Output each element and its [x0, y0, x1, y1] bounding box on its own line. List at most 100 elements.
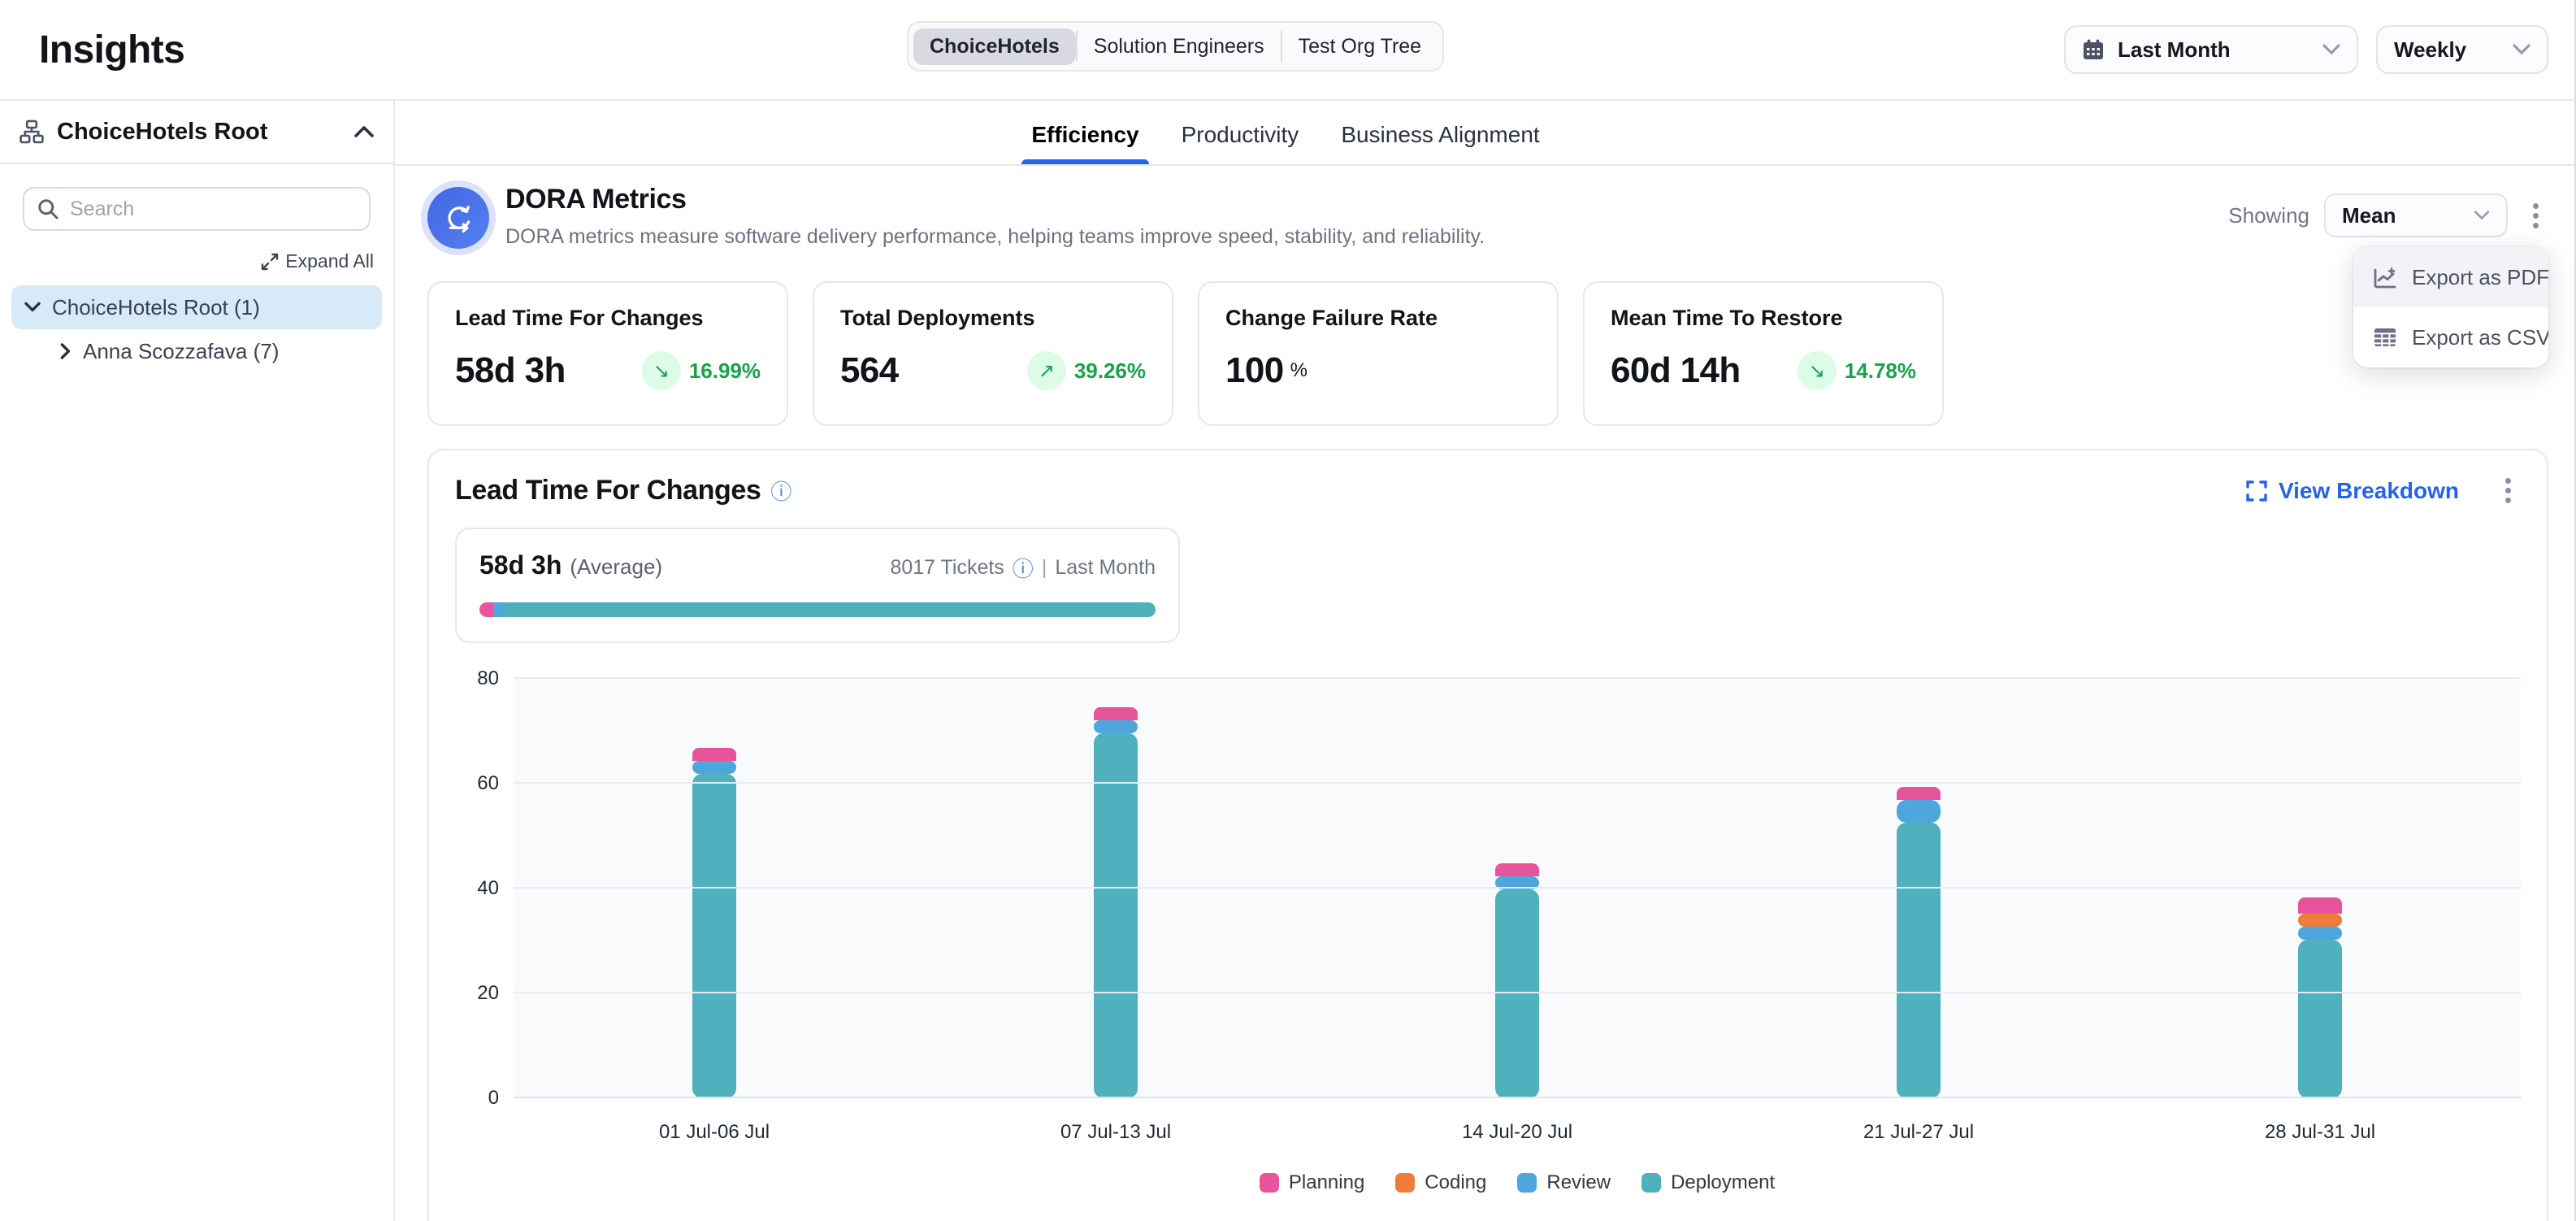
export-menu: Export as PDF Export as CSV — [2353, 247, 2548, 367]
bar-segment-planning — [2298, 897, 2342, 914]
bar-segment-planning — [1897, 787, 1941, 800]
delta-percent: 39.26% — [1074, 358, 1146, 384]
table-icon — [2373, 325, 2397, 350]
progress-segment-deployment — [505, 602, 1156, 617]
stacked-bar[interactable] — [1495, 863, 1539, 1098]
gridline-0 — [514, 1097, 2521, 1098]
metric-cards-row: Lead Time For Changes 58d 3h ↘ 16.99% To… — [427, 281, 2548, 426]
y-tick-60: 60 — [477, 772, 499, 795]
calendar-icon — [2082, 38, 2105, 61]
expand-diagonal-icon — [261, 253, 279, 271]
info-icon[interactable]: ⓘ — [1013, 553, 1034, 583]
dora-cycle-icon — [427, 187, 489, 249]
showing-select[interactable]: Mean — [2324, 193, 2508, 237]
card-mean-time-to-restore: Mean Time To Restore 60d 14h ↘ 14.78% — [1583, 281, 1944, 426]
y-axis-labels: 020406080 — [455, 679, 514, 1098]
legend-item-coding[interactable]: Coding — [1395, 1171, 1486, 1194]
granularity-select[interactable]: Weekly — [2376, 25, 2548, 74]
x-tick-label: 28 Jul-31 Jul — [2119, 1121, 2521, 1144]
export-pdf-label: Export as PDF — [2412, 265, 2548, 290]
chevron-right-icon[interactable] — [60, 343, 72, 359]
org-tab-test-org-tree[interactable]: Test Org Tree — [1282, 28, 1438, 65]
stacked-bar[interactable] — [1094, 707, 1138, 1098]
sidebar-search[interactable] — [23, 187, 371, 231]
tickets-count: 8017 Tickets — [890, 556, 1004, 580]
date-range-value: Last Month — [2118, 37, 2231, 63]
gridline-80 — [514, 677, 2521, 679]
chevron-down-icon — [2322, 44, 2340, 55]
org-tab-choicehotels[interactable]: ChoiceHotels — [913, 28, 1076, 65]
legend-item-deployment[interactable]: Deployment — [1641, 1171, 1775, 1194]
y-tick-0: 0 — [488, 1087, 499, 1110]
period-label: Last Month — [1055, 556, 1156, 580]
bar-segment-review — [1094, 720, 1138, 733]
bar-segment-planning — [1495, 863, 1539, 876]
legend-item-planning[interactable]: Planning — [1260, 1171, 1364, 1194]
legend-label: Coding — [1425, 1171, 1486, 1194]
bar-segment-deployment — [1495, 889, 1539, 1098]
bar-segment-review — [1897, 800, 1941, 823]
sidebar-root-label: ChoiceHotels Root — [57, 119, 341, 146]
x-tick-label: 07 Jul-13 Jul — [915, 1121, 1316, 1144]
dora-header: DORA Metrics DORA metrics measure softwa… — [427, 184, 2548, 249]
export-csv-label: Export as CSV — [2412, 325, 2548, 350]
card-title: Total Deployments — [840, 306, 1146, 331]
bar-segment-review — [2298, 927, 2342, 940]
search-input[interactable] — [70, 198, 356, 221]
x-tick-label: 14 Jul-20 Jul — [1316, 1121, 1718, 1144]
card-lead-time-for-changes: Lead Time For Changes 58d 3h ↘ 16.99% — [427, 281, 788, 426]
dora-description: DORA metrics measure software delivery p… — [505, 225, 1485, 249]
chevron-up-icon[interactable] — [354, 125, 374, 138]
bar-column — [1316, 679, 1718, 1098]
sidebar-header[interactable]: ChoiceHotels Root — [0, 101, 393, 164]
tree-item-root[interactable]: ChoiceHotels Root (1) — [11, 285, 382, 329]
bar-column — [915, 679, 1316, 1098]
export-csv-menu-item[interactable]: Export as CSV — [2353, 307, 2548, 367]
search-icon — [37, 198, 59, 219]
progress-segment-review — [493, 602, 505, 617]
dora-more-menu-button[interactable] — [2522, 201, 2548, 230]
bar-segment-planning — [1094, 707, 1138, 720]
gridline-40 — [514, 887, 2521, 889]
bar-column — [2119, 679, 2521, 1098]
chevron-down-icon[interactable] — [24, 302, 41, 313]
tree-item-anna[interactable]: Anna Scozzafava (7) — [47, 329, 382, 373]
chart-legend: Planning Coding Review Deployment — [514, 1171, 2521, 1194]
stacked-bar[interactable] — [2298, 897, 2342, 1098]
y-tick-20: 20 — [477, 982, 499, 1005]
bar-segment-coding — [2298, 914, 2342, 927]
tab-productivity[interactable]: Productivity — [1182, 122, 1299, 164]
view-breakdown-button[interactable]: View Breakdown — [2246, 478, 2459, 504]
average-summary-card: 58d 3h (Average) 8017 Tickets ⓘ | Last M… — [455, 528, 1180, 643]
lead-time-chart-card: Lead Time For Changes ⓘ View Breakdown — [427, 449, 2548, 1221]
chevron-down-icon — [2474, 211, 2490, 220]
legend-swatch — [1517, 1173, 1537, 1193]
chart-more-menu-button[interactable] — [2495, 476, 2521, 506]
bar-column — [1718, 679, 2119, 1098]
legend-swatch — [1395, 1173, 1415, 1193]
org-tree-sidebar: ChoiceHotels Root Expand All — [0, 101, 395, 1221]
stacked-bar[interactable] — [692, 748, 736, 1098]
org-tab-solution-engineers[interactable]: Solution Engineers — [1078, 28, 1281, 65]
delta-percent: 16.99% — [689, 358, 761, 384]
card-value: 58d 3h — [455, 350, 566, 391]
bar-segment-deployment — [1094, 733, 1138, 1098]
stacked-bar[interactable] — [1897, 787, 1941, 1098]
expand-all-button[interactable]: Expand All — [20, 250, 374, 272]
bar-segment-deployment — [692, 774, 736, 1098]
legend-swatch — [1641, 1173, 1661, 1193]
info-icon[interactable]: ⓘ — [770, 476, 791, 506]
bar-segment-planning — [692, 748, 736, 761]
export-pdf-menu-item[interactable]: Export as PDF — [2353, 247, 2548, 307]
date-range-select[interactable]: Last Month — [2064, 25, 2358, 74]
tab-business-alignment[interactable]: Business Alignment — [1341, 122, 1539, 164]
legend-item-review[interactable]: Review — [1517, 1171, 1611, 1194]
org-tree: ChoiceHotels Root (1) Anna Scozzafava (7… — [0, 285, 393, 373]
x-tick-label: 21 Jul-27 Jul — [1718, 1121, 2119, 1144]
dora-title: DORA Metrics — [505, 184, 1485, 215]
bar-segment-deployment — [2298, 940, 2342, 1098]
showing-value: Mean — [2342, 203, 2396, 228]
tab-efficiency[interactable]: Efficiency — [1031, 122, 1138, 164]
lead-time-chart: 020406080 01 Jul-06 Jul07 Jul-13 Jul14 J… — [455, 679, 2521, 1194]
showing-label: Showing — [2228, 203, 2309, 228]
